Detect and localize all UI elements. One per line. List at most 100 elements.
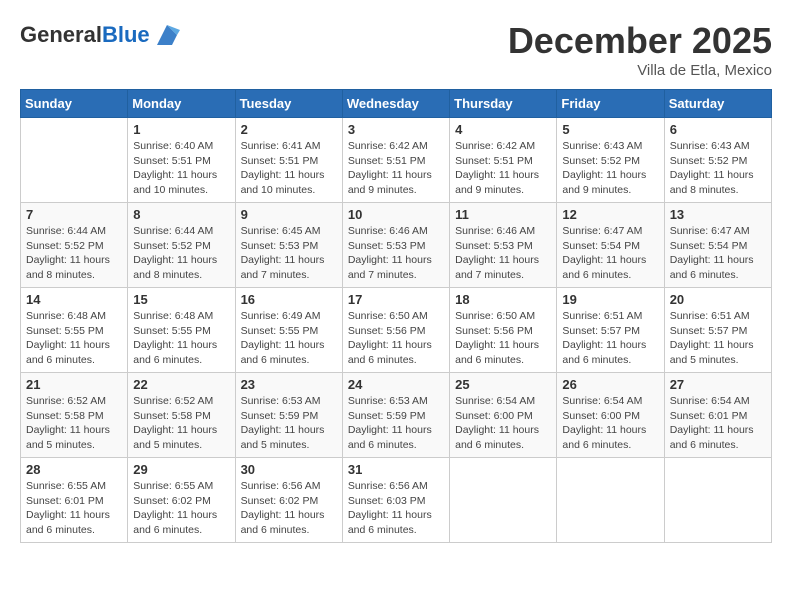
day-number: 8 (133, 207, 229, 222)
calendar-cell: 5Sunrise: 6:43 AMSunset: 5:52 PMDaylight… (557, 118, 664, 203)
weekday-header-tuesday: Tuesday (235, 90, 342, 118)
day-info: Sunrise: 6:50 AMSunset: 5:56 PMDaylight:… (348, 309, 444, 368)
day-number: 7 (26, 207, 122, 222)
calendar-cell: 22 Sunrise: 6:52 AMSunset: 5:58 PMDayligh… (128, 373, 235, 458)
weekday-header-saturday: Saturday (664, 90, 771, 118)
day-number: 11 (455, 207, 551, 222)
weekday-header-monday: Monday (128, 90, 235, 118)
day-number: 9 (241, 207, 337, 222)
weekday-header-sunday: Sunday (21, 90, 128, 118)
calendar-table: SundayMondayTuesdayWednesdayThursdayFrid… (20, 89, 772, 543)
day-info: Sunrise: 6:54 AMSunset: 6:00 PMDaylight:… (455, 394, 551, 453)
calendar-cell: 31 Sunrise: 6:56 AMSunset: 6:03 PMDayligh… (342, 458, 449, 543)
calendar-cell: 13 Sunrise: 6:47 AMSunset: 5:54 PMDayligh… (664, 203, 771, 288)
day-number: 15 (133, 292, 229, 307)
day-number: 14 (26, 292, 122, 307)
calendar-cell (557, 458, 664, 543)
day-info: Sunrise: 6:43 AMSunset: 5:52 PMDaylight:… (562, 139, 658, 198)
day-number: 31 (348, 462, 444, 477)
day-info: Sunrise: 6:47 AMSunset: 5:54 PMDaylight:… (562, 224, 658, 283)
calendar-cell: 27Sunrise: 6:54 AMSunset: 6:01 PMDayligh… (664, 373, 771, 458)
day-number: 1 (133, 122, 229, 137)
calendar-cell (450, 458, 557, 543)
day-info: Sunrise: 6:48 AMSunset: 5:55 PMDaylight:… (26, 309, 122, 368)
day-info: Sunrise: 6:48 AMSunset: 5:55 PMDaylight:… (133, 309, 229, 368)
day-info: Sunrise: 6:54 AMSunset: 6:01 PMDaylight:… (670, 394, 766, 453)
day-info: Sunrise: 6:52 AMSunset: 5:58 PMDaylight:… (26, 394, 122, 453)
calendar-cell (21, 118, 128, 203)
weekday-header-thursday: Thursday (450, 90, 557, 118)
calendar-cell: 24 Sunrise: 6:53 AMSunset: 5:59 PMDayligh… (342, 373, 449, 458)
calendar-week-row: 14 Sunrise: 6:48 AMSunset: 5:55 PMDayligh… (21, 288, 772, 373)
day-info: Sunrise: 6:55 AMSunset: 6:02 PMDaylight:… (133, 479, 229, 538)
day-number: 13 (670, 207, 766, 222)
calendar-cell: 3Sunrise: 6:42 AMSunset: 5:51 PMDaylight… (342, 118, 449, 203)
calendar-cell: 4 Sunrise: 6:42 AMSunset: 5:51 PMDaylight… (450, 118, 557, 203)
day-info: Sunrise: 6:56 AMSunset: 6:03 PMDaylight:… (348, 479, 444, 538)
day-info: Sunrise: 6:51 AMSunset: 5:57 PMDaylight:… (562, 309, 658, 368)
day-info: Sunrise: 6:44 AMSunset: 5:52 PMDaylight:… (133, 224, 229, 283)
day-info: Sunrise: 6:40 AMSunset: 5:51 PMDaylight:… (133, 139, 229, 198)
calendar-cell: 9 Sunrise: 6:45 AMSunset: 5:53 PMDaylight… (235, 203, 342, 288)
day-number: 18 (455, 292, 551, 307)
weekday-header-row: SundayMondayTuesdayWednesdayThursdayFrid… (21, 90, 772, 118)
day-number: 28 (26, 462, 122, 477)
day-number: 25 (455, 377, 551, 392)
day-number: 21 (26, 377, 122, 392)
day-number: 19 (562, 292, 658, 307)
day-info: Sunrise: 6:47 AMSunset: 5:54 PMDaylight:… (670, 224, 766, 283)
calendar-cell: 6Sunrise: 6:43 AMSunset: 5:52 PMDaylight… (664, 118, 771, 203)
location-text: Villa de Etla, Mexico (508, 62, 772, 79)
day-number: 17 (348, 292, 444, 307)
day-number: 2 (241, 122, 337, 137)
day-info: Sunrise: 6:54 AMSunset: 6:00 PMDaylight:… (562, 394, 658, 453)
day-info: Sunrise: 6:53 AMSunset: 5:59 PMDaylight:… (241, 394, 337, 453)
day-info: Sunrise: 6:53 AMSunset: 5:59 PMDaylight:… (348, 394, 444, 453)
calendar-week-row: 7 Sunrise: 6:44 AMSunset: 5:52 PMDaylight… (21, 203, 772, 288)
logo-icon (152, 20, 182, 50)
calendar-cell (664, 458, 771, 543)
day-number: 26 (562, 377, 658, 392)
calendar-cell: 19 Sunrise: 6:51 AMSunset: 5:57 PMDayligh… (557, 288, 664, 373)
calendar-cell: 16Sunrise: 6:49 AMSunset: 5:55 PMDayligh… (235, 288, 342, 373)
day-number: 4 (455, 122, 551, 137)
calendar-cell: 15 Sunrise: 6:48 AMSunset: 5:55 PMDayligh… (128, 288, 235, 373)
calendar-week-row: 1 Sunrise: 6:40 AMSunset: 5:51 PMDaylight… (21, 118, 772, 203)
logo-blue-text: Blue (102, 22, 150, 47)
day-number: 24 (348, 377, 444, 392)
calendar-cell: 23 Sunrise: 6:53 AMSunset: 5:59 PMDayligh… (235, 373, 342, 458)
calendar-cell: 29Sunrise: 6:55 AMSunset: 6:02 PMDayligh… (128, 458, 235, 543)
day-info: Sunrise: 6:49 AMSunset: 5:55 PMDaylight:… (241, 309, 337, 368)
day-number: 23 (241, 377, 337, 392)
calendar-cell: 30Sunrise: 6:56 AMSunset: 6:02 PMDayligh… (235, 458, 342, 543)
day-info: Sunrise: 6:55 AMSunset: 6:01 PMDaylight:… (26, 479, 122, 538)
day-info: Sunrise: 6:52 AMSunset: 5:58 PMDaylight:… (133, 394, 229, 453)
day-info: Sunrise: 6:46 AMSunset: 5:53 PMDaylight:… (455, 224, 551, 283)
day-info: Sunrise: 6:41 AMSunset: 5:51 PMDaylight:… (241, 139, 337, 198)
day-info: Sunrise: 6:45 AMSunset: 5:53 PMDaylight:… (241, 224, 337, 283)
day-info: Sunrise: 6:46 AMSunset: 5:53 PMDaylight:… (348, 224, 444, 283)
day-info: Sunrise: 6:50 AMSunset: 5:56 PMDaylight:… (455, 309, 551, 368)
day-info: Sunrise: 6:44 AMSunset: 5:52 PMDaylight:… (26, 224, 122, 283)
calendar-cell: 26 Sunrise: 6:54 AMSunset: 6:00 PMDayligh… (557, 373, 664, 458)
calendar-cell: 20 Sunrise: 6:51 AMSunset: 5:57 PMDayligh… (664, 288, 771, 373)
weekday-header-wednesday: Wednesday (342, 90, 449, 118)
title-block: December 2025 Villa de Etla, Mexico (508, 20, 772, 79)
calendar-cell: 8 Sunrise: 6:44 AMSunset: 5:52 PMDaylight… (128, 203, 235, 288)
day-number: 20 (670, 292, 766, 307)
calendar-week-row: 28 Sunrise: 6:55 AMSunset: 6:01 PMDayligh… (21, 458, 772, 543)
calendar-cell: 1 Sunrise: 6:40 AMSunset: 5:51 PMDaylight… (128, 118, 235, 203)
page-header: GeneralBlue December 2025 Villa de Etla,… (20, 20, 772, 79)
day-info: Sunrise: 6:42 AMSunset: 5:51 PMDaylight:… (455, 139, 551, 198)
day-info: Sunrise: 6:56 AMSunset: 6:02 PMDaylight:… (241, 479, 337, 538)
calendar-cell: 28 Sunrise: 6:55 AMSunset: 6:01 PMDayligh… (21, 458, 128, 543)
calendar-week-row: 21 Sunrise: 6:52 AMSunset: 5:58 PMDayligh… (21, 373, 772, 458)
day-number: 22 (133, 377, 229, 392)
calendar-cell: 17 Sunrise: 6:50 AMSunset: 5:56 PMDayligh… (342, 288, 449, 373)
day-number: 12 (562, 207, 658, 222)
logo: GeneralBlue (20, 20, 182, 50)
day-info: Sunrise: 6:42 AMSunset: 5:51 PMDaylight:… (348, 139, 444, 198)
calendar-cell: 18 Sunrise: 6:50 AMSunset: 5:56 PMDayligh… (450, 288, 557, 373)
day-info: Sunrise: 6:51 AMSunset: 5:57 PMDaylight:… (670, 309, 766, 368)
calendar-cell: 21 Sunrise: 6:52 AMSunset: 5:58 PMDayligh… (21, 373, 128, 458)
